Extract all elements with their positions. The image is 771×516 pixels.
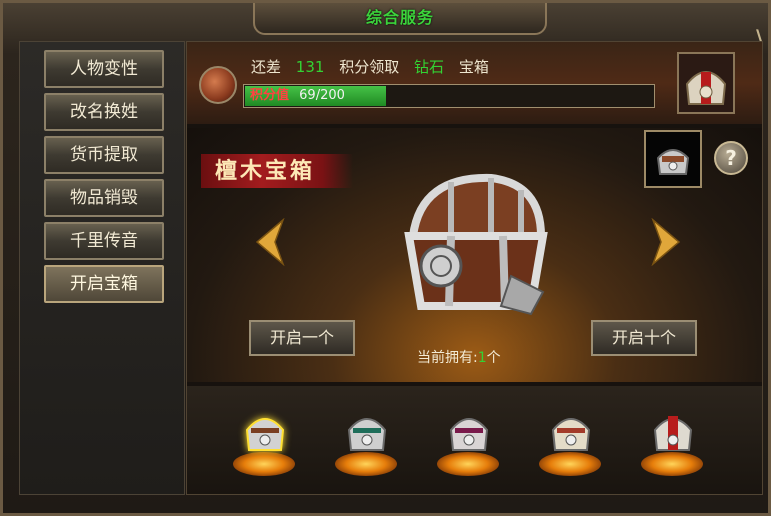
main-panel: 还差 131 积分领取 钻石 宝箱 积分值 69/200 檀木宝箱 ? 开启一个… [186, 41, 763, 495]
score-progress-label: 积分值 [250, 88, 290, 103]
chest-stage: 檀木宝箱 ? 开启一个 开启十个 当前拥有:1个 [187, 128, 762, 382]
tray-chest-jade[interactable] [331, 400, 401, 486]
sidebar-item-gender-change[interactable]: 人物变性 [44, 50, 164, 88]
tray-chest-diamond[interactable] [637, 400, 707, 486]
sandalwood-chest-icon [404, 173, 548, 316]
window-frame: 综合服务 ⟩ 人物变性 改名换姓 货币提取 物品销毁 千里传音 开启宝箱 还差 … [0, 0, 771, 516]
diamond-chest-icon [685, 71, 727, 105]
score-header: 还差 131 积分领取 钻石 宝箱 积分值 69/200 [187, 42, 762, 124]
reward-chest-slot[interactable] [677, 52, 735, 114]
silver-chest-icon [656, 149, 690, 175]
score-progress-bar: 积分值 69/200 [243, 84, 655, 108]
tray-chest-gold[interactable] [535, 400, 605, 486]
score-progress-text: 积分值 69/200 [250, 86, 345, 106]
owned-count: 当前拥有:1个 [417, 347, 501, 367]
score-amount: 131 [295, 58, 325, 76]
tray-chest-purple[interactable] [433, 400, 503, 486]
sidebar: 人物变性 改名换姓 货币提取 物品销毁 千里传音 开启宝箱 [19, 41, 185, 495]
score-prefix: 还差 [251, 58, 282, 76]
sidebar-item-open-chest[interactable]: 开启宝箱 [44, 265, 164, 303]
gold-chest-icon [551, 418, 591, 451]
silver-chest-icon [245, 418, 285, 451]
score-mid: 积分领取 [339, 58, 400, 76]
chest-name-banner: 檀木宝箱 [201, 154, 353, 188]
diamond-chest-icon [653, 416, 693, 451]
help-icon[interactable]: ? [714, 141, 748, 175]
owned-suffix: 个 [486, 350, 501, 366]
window-title-bar: 综合服务 [253, 3, 547, 35]
window-title: 综合服务 [365, 8, 434, 27]
owned-number: 1 [477, 350, 487, 366]
score-message: 还差 131 积分领取 钻石 宝箱 [251, 56, 499, 77]
tray-chest-silver[interactable] [229, 400, 299, 486]
sidebar-item-broadcast[interactable]: 千里传音 [44, 222, 164, 260]
sidebar-item-item-destroy[interactable]: 物品销毁 [44, 179, 164, 217]
next-chest-arrow-icon[interactable] [649, 218, 683, 266]
chest-selector-tray [187, 386, 762, 494]
owned-prefix: 当前拥有: [417, 350, 478, 366]
score-tier: 钻石 [414, 58, 445, 76]
score-orb-icon [199, 66, 237, 104]
chest-preview-slot[interactable] [644, 130, 702, 188]
jade-chest-icon [347, 418, 387, 451]
sidebar-item-currency-withdraw[interactable]: 货币提取 [44, 136, 164, 174]
score-progress-value: 69/200 [299, 88, 345, 103]
prev-chest-arrow-icon[interactable] [253, 218, 287, 266]
open-one-button[interactable]: 开启一个 [249, 320, 355, 356]
purple-chest-icon [449, 418, 489, 451]
sidebar-item-rename[interactable]: 改名换姓 [44, 93, 164, 131]
score-suffix: 宝箱 [458, 58, 489, 76]
chest-name: 檀木宝箱 [215, 158, 316, 184]
open-ten-button[interactable]: 开启十个 [591, 320, 697, 356]
